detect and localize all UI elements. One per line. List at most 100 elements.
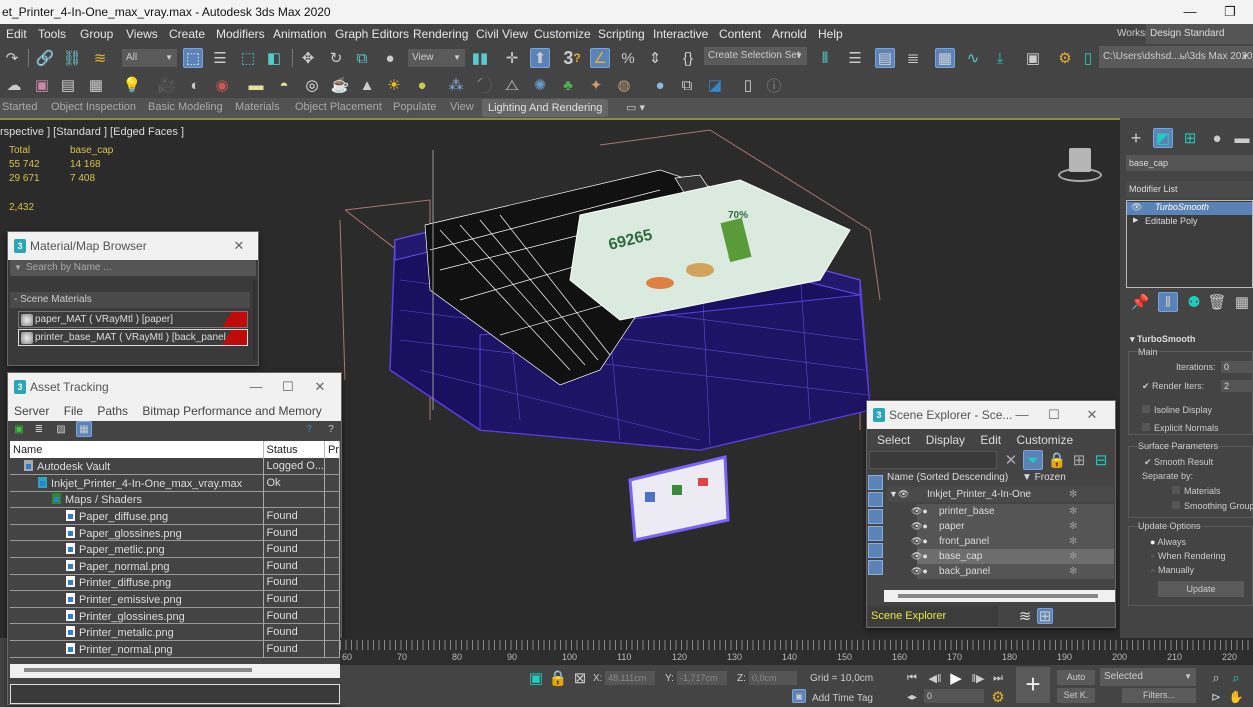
display-tab-icon[interactable]: ▬	[1232, 128, 1252, 148]
menu-customize[interactable]: Customize	[534, 27, 591, 41]
radio-when-rendering[interactable]: ● When Rendering	[1150, 551, 1226, 561]
render-setup-icon[interactable]: ⚙	[1055, 48, 1075, 68]
zoom-icon[interactable]: ⌕	[1206, 668, 1226, 688]
pin-stack-icon[interactable]: 📌	[1130, 292, 1150, 312]
column-status[interactable]: Status	[263, 441, 325, 458]
lock-icon[interactable]: 🔒	[1047, 450, 1067, 470]
camera-icon[interactable]: 🎥	[157, 75, 177, 95]
menu-modifiers[interactable]: Modifiers	[216, 27, 265, 41]
set-key-button[interactable]: +	[1016, 667, 1050, 703]
menu-tools[interactable]: Tools	[38, 27, 66, 41]
frozen-icon[interactable]: ✻	[1069, 519, 1077, 534]
minimize-icon[interactable]: —	[241, 373, 271, 401]
layers-icon[interactable]: ≋	[1017, 608, 1033, 625]
sun-icon[interactable]: ☀	[384, 75, 404, 95]
display-shapes-icon[interactable]	[868, 492, 883, 507]
select-by-name-icon[interactable]: ☰	[210, 48, 230, 68]
ribbon-toggle-icon[interactable]: ▦	[935, 48, 955, 68]
restore-button[interactable]: ❐	[1210, 0, 1250, 24]
display-lights-icon[interactable]	[868, 509, 883, 524]
add-time-tag[interactable]: Add Time Tag	[812, 693, 873, 704]
tab-lighting-and-rendering[interactable]: Lighting And Rendering	[482, 99, 609, 117]
schematic-view-icon[interactable]: ⤓	[990, 48, 1010, 68]
visibility-eye-icon[interactable]: 👁●	[911, 549, 928, 564]
named-selection-icon[interactable]: {}	[678, 48, 698, 68]
scene-root-row[interactable]: ▼👁 Inkjet_Printer_4-In-One ✻	[887, 487, 1114, 502]
expand-triangle-icon[interactable]: ▶	[1133, 216, 1138, 224]
key-filter-dropdown[interactable]: Selected ▼	[1100, 668, 1196, 686]
proxy-icon[interactable]: ⚫	[474, 75, 494, 95]
menu-views[interactable]: Views	[126, 27, 158, 41]
close-icon[interactable]: ✕	[1077, 401, 1107, 429]
viewcube[interactable]	[1050, 144, 1110, 189]
column-name[interactable]: Name	[10, 441, 264, 458]
configure-sets-icon[interactable]: ▦	[1232, 292, 1252, 312]
context-help-icon[interactable]: ?	[324, 421, 338, 437]
motion-tab-icon[interactable]: ●	[1207, 128, 1227, 148]
menu-edit[interactable]: Edit	[6, 27, 27, 41]
scale-icon[interactable]: ⧉	[352, 48, 372, 68]
close-icon[interactable]: ✕	[305, 373, 335, 401]
isoline-display-checkbox[interactable]: Isoline Display	[1142, 405, 1212, 415]
x-coordinate-field[interactable]: 48,111cm	[605, 671, 655, 685]
scene-object-row[interactable]: 👁● paper ✻	[911, 519, 1114, 534]
visibility-eye-icon[interactable]: 👁●	[911, 504, 928, 519]
menu-civil-view[interactable]: Civil View	[476, 27, 528, 41]
create-selection-set-dropdown[interactable]: Create Selection Set ▼	[704, 47, 807, 65]
display-geometry-icon[interactable]	[868, 475, 883, 490]
material-search-input[interactable]: ▼ Search by Name ...	[10, 260, 256, 276]
asset-row[interactable]: Printer_glossines.png Found	[10, 607, 340, 625]
next-frame-icon[interactable]: ‖▶	[968, 668, 988, 688]
selection-lock-icon[interactable]: ▣	[526, 668, 546, 688]
material-item[interactable]: paper_MAT ( VRayMtl ) [paper]	[18, 311, 248, 328]
scrollbar-thumb[interactable]	[898, 594, 1098, 598]
update-button[interactable]: Update	[1158, 581, 1244, 597]
file-icon[interactable]: ▯	[738, 75, 758, 95]
rectangular-selection-icon[interactable]: ⬚	[238, 48, 258, 68]
frozen-icon[interactable]: ✻	[1069, 487, 1077, 502]
modifier-turbosmooth[interactable]: 👁 TurboSmooth	[1127, 202, 1252, 215]
table-view-icon[interactable]: ▦	[76, 421, 92, 437]
column-frozen[interactable]: ▼ Frozen	[1022, 472, 1066, 483]
scene-object-row[interactable]: 👁● back_panel ✻	[911, 564, 1114, 579]
plant-icon[interactable]: ♣	[558, 75, 578, 95]
menu-interactive[interactable]: Interactive	[653, 27, 708, 41]
material-lib-icon[interactable]: ⧉	[677, 75, 697, 95]
go-to-end-icon[interactable]: ⏭	[988, 668, 1008, 688]
menu-display[interactable]: Display	[926, 433, 965, 447]
asset-row[interactable]: Paper_glossines.png Found	[10, 524, 340, 542]
table-icon[interactable]: ▦	[86, 75, 106, 95]
viewcube-cube[interactable]	[1069, 148, 1091, 172]
keyboard-shortcut-override-icon[interactable]: ⬆	[530, 48, 550, 68]
spot-light-icon[interactable]: ▲	[357, 75, 377, 95]
window-crossing-icon[interactable]: ◧	[264, 48, 284, 68]
redo-icon[interactable]: ↷	[2, 48, 22, 68]
iterations-spinner[interactable]: 0	[1221, 361, 1253, 373]
ies-light-icon[interactable]: ●	[412, 75, 432, 95]
minimize-button[interactable]: —	[1170, 0, 1210, 24]
light-lister-icon[interactable]: 💡	[122, 75, 142, 95]
thumbnail-view-icon[interactable]: ▨	[54, 421, 68, 437]
menu-scripting[interactable]: Scripting	[598, 27, 645, 41]
asset-row[interactable]: Printer_normal.png Found	[10, 640, 340, 658]
display-cameras-icon[interactable]	[868, 526, 883, 541]
go-to-start-icon[interactable]: ⏮	[902, 668, 922, 688]
menu-select[interactable]: Select	[877, 433, 910, 447]
key-mode-icon[interactable]: ◂▸	[902, 687, 922, 707]
frozen-icon[interactable]: ✻	[1069, 534, 1077, 549]
layer-hierarchy-icon[interactable]: ⊟	[1091, 450, 1111, 470]
timeline-ruler[interactable]: 60 70 80 90 100 110 120 130 140 150 160 170 180 190 20…	[340, 638, 1253, 665]
place-icon[interactable]: ●	[380, 48, 400, 68]
menu-customize[interactable]: Customize	[1016, 433, 1073, 447]
asset-row[interactable]: Inkjet_Printer_4-In-One_max_vray.max Ok	[10, 474, 340, 492]
help-icon[interactable]: ?	[302, 421, 316, 437]
rotate-icon[interactable]: ↻	[326, 48, 346, 68]
smooth-result-checkbox[interactable]: ✔ Smooth Result	[1144, 457, 1213, 468]
display-helpers-icon[interactable]	[868, 543, 883, 558]
render-window-icon[interactable]: ▣	[32, 75, 52, 95]
workspaces-dropdown[interactable]: Design Standard	[1146, 24, 1253, 44]
current-frame-field[interactable]: 0	[924, 689, 984, 703]
visibility-eye-icon[interactable]: 👁●	[911, 564, 928, 579]
exposure-icon[interactable]: ◐	[185, 75, 205, 95]
column-path[interactable]: Pr	[324, 441, 340, 458]
